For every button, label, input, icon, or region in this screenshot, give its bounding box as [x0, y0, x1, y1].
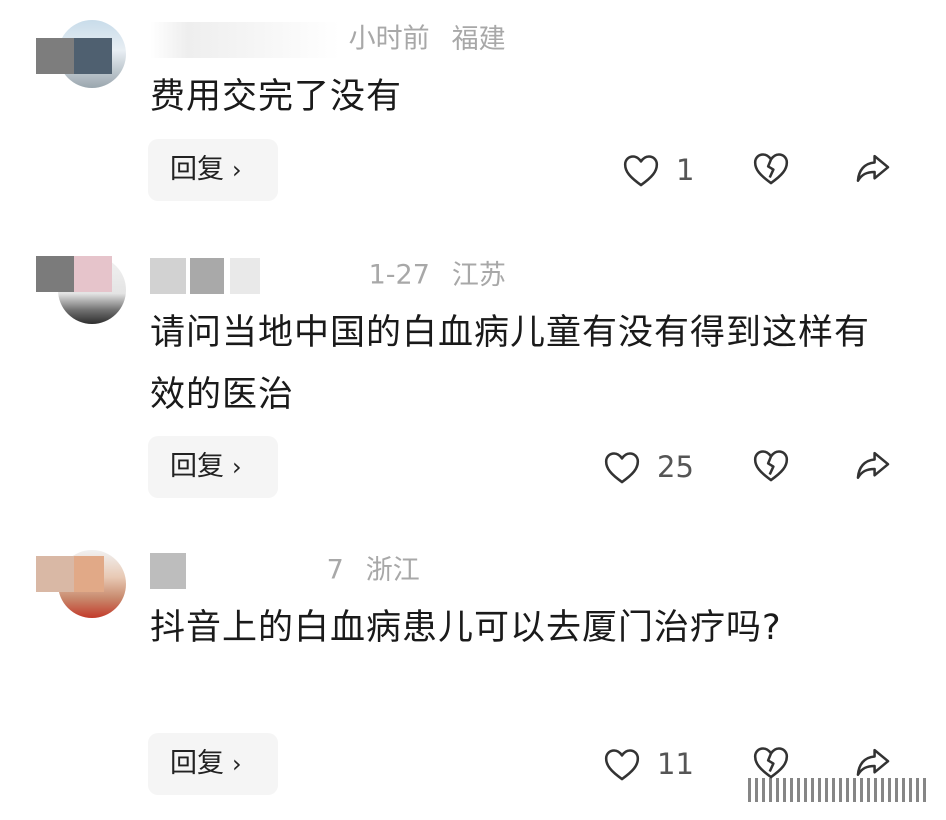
- comment-meta: 7 浙江: [150, 553, 420, 589]
- avatar-mask: [74, 556, 104, 592]
- comment-text: 费用交完了没有: [150, 77, 403, 117]
- comment-time: 1-27: [368, 259, 430, 291]
- reply-button[interactable]: 回复 ›: [148, 139, 278, 201]
- avatar-mask: [74, 256, 112, 292]
- comment-time: 小时前: [348, 23, 430, 55]
- like-count: 25: [657, 450, 694, 484]
- heart-outline-icon: [604, 452, 640, 484]
- comment-location: 浙江: [365, 554, 420, 586]
- reply-label: 回复: [170, 154, 224, 185]
- chevron-right-icon: ›: [232, 156, 242, 184]
- broken-heart-icon: [753, 450, 789, 482]
- username-mask: [150, 22, 340, 58]
- like-button[interactable]: 11: [603, 744, 694, 784]
- like-button[interactable]: 25: [603, 447, 694, 487]
- username-mask: [150, 553, 318, 589]
- share-button[interactable]: [854, 150, 894, 190]
- reply-button[interactable]: 回复 ›: [148, 733, 278, 795]
- broken-heart-icon: [753, 747, 789, 779]
- like-button[interactable]: 1: [622, 150, 694, 190]
- comment-time: 7: [326, 554, 344, 586]
- comment-meta: 小时前 福建: [150, 22, 506, 58]
- dislike-button[interactable]: [752, 447, 792, 487]
- watermark: [748, 778, 928, 802]
- comment-meta: 1-27 江苏: [150, 258, 506, 294]
- like-count: 11: [657, 747, 694, 781]
- username-mask: [150, 258, 360, 294]
- comment-text: 请问当地中国的白血病儿童有没有得到这样有效的医治: [150, 313, 871, 415]
- broken-heart-icon: [753, 153, 789, 185]
- chevron-right-icon: ›: [232, 750, 242, 778]
- share-arrow-icon: [856, 451, 890, 479]
- heart-outline-icon: [623, 155, 659, 187]
- reply-label: 回复: [170, 451, 224, 482]
- comment-location: 江苏: [451, 259, 506, 291]
- share-arrow-icon: [856, 154, 890, 182]
- comment-text: 抖音上的白血病患儿可以去厦门治疗吗?: [150, 608, 782, 648]
- heart-outline-icon: [604, 749, 640, 781]
- reply-label: 回复: [170, 748, 224, 779]
- avatar-mask: [74, 38, 112, 74]
- like-count: 1: [676, 153, 695, 187]
- chevron-right-icon: ›: [232, 453, 242, 481]
- share-button[interactable]: [854, 447, 894, 487]
- share-arrow-icon: [856, 748, 890, 776]
- dislike-button[interactable]: [752, 150, 792, 190]
- comment-location: 福建: [451, 23, 506, 55]
- reply-button[interactable]: 回复 ›: [148, 436, 278, 498]
